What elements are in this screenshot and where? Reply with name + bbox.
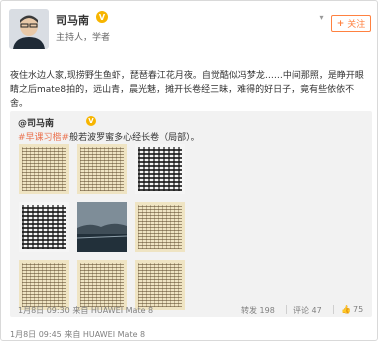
post-text: 夜住水边人家,现捞野生鱼虾，琵琶春江花月夜。自觉酷似冯梦龙……中间那照，是睁开眼… [10, 71, 364, 109]
plus-icon: + [336, 18, 345, 29]
chevron-down-icon[interactable]: ▾ [316, 13, 327, 22]
post-date[interactable]: 1月8日 09:45 来自 HUAWEI Mate 8 [10, 329, 145, 340]
divider [333, 305, 334, 314]
verified-badge-icon: V [96, 11, 108, 23]
avatar[interactable] [9, 9, 49, 49]
quoted-text-body: 般若波罗蜜多心经长卷（局部）。 [69, 133, 200, 143]
divider [286, 305, 287, 314]
thumbnail-image[interactable] [135, 202, 185, 252]
comment-count[interactable]: 评论 47 [293, 305, 322, 316]
quoted-author[interactable]: @司马南 [18, 116, 54, 129]
hashtag-link[interactable]: #早课习楷# [18, 133, 69, 143]
thumbnail-image[interactable] [135, 260, 185, 310]
like-count[interactable]: 75 [353, 305, 363, 314]
thumbnail-image[interactable] [19, 260, 69, 310]
avatar-image [9, 9, 49, 49]
weibo-post-card: 司马南 V 主持人，学者 ▾ + 关注 夜住水边人家,现捞野生鱼虾，琵琶春江花月… [0, 0, 378, 341]
author-name[interactable]: 司马南 [56, 12, 89, 28]
landscape-photo [77, 202, 127, 252]
thumbnail-image[interactable] [77, 260, 127, 310]
author-subtitle: 主持人，学者 [56, 33, 111, 43]
quoted-text: #早课习楷#般若波罗蜜多心经长卷（局部）。 [18, 130, 200, 143]
quoted-post: @司马南 V #早课习楷#般若波罗蜜多心经长卷（局部）。 1月8日 09:30 … [10, 111, 372, 317]
thumbnail-image[interactable] [77, 144, 127, 194]
thumbnail-photo[interactable] [77, 202, 127, 252]
image-grid [19, 144, 259, 312]
follow-button[interactable]: + 关注 [331, 15, 371, 32]
thumbnail-image[interactable] [19, 144, 69, 194]
thumbnail-image[interactable] [135, 144, 185, 194]
quoted-date[interactable]: 1月8日 09:30 来自 HUAWEI Mate 8 [18, 305, 153, 316]
follow-label: 关注 [347, 20, 366, 30]
thumb-up-icon[interactable]: 👍 [341, 305, 351, 314]
verified-badge-icon: V [86, 116, 96, 126]
share-count[interactable]: 转发 198 [241, 305, 275, 316]
thumbnail-image[interactable] [19, 202, 69, 252]
